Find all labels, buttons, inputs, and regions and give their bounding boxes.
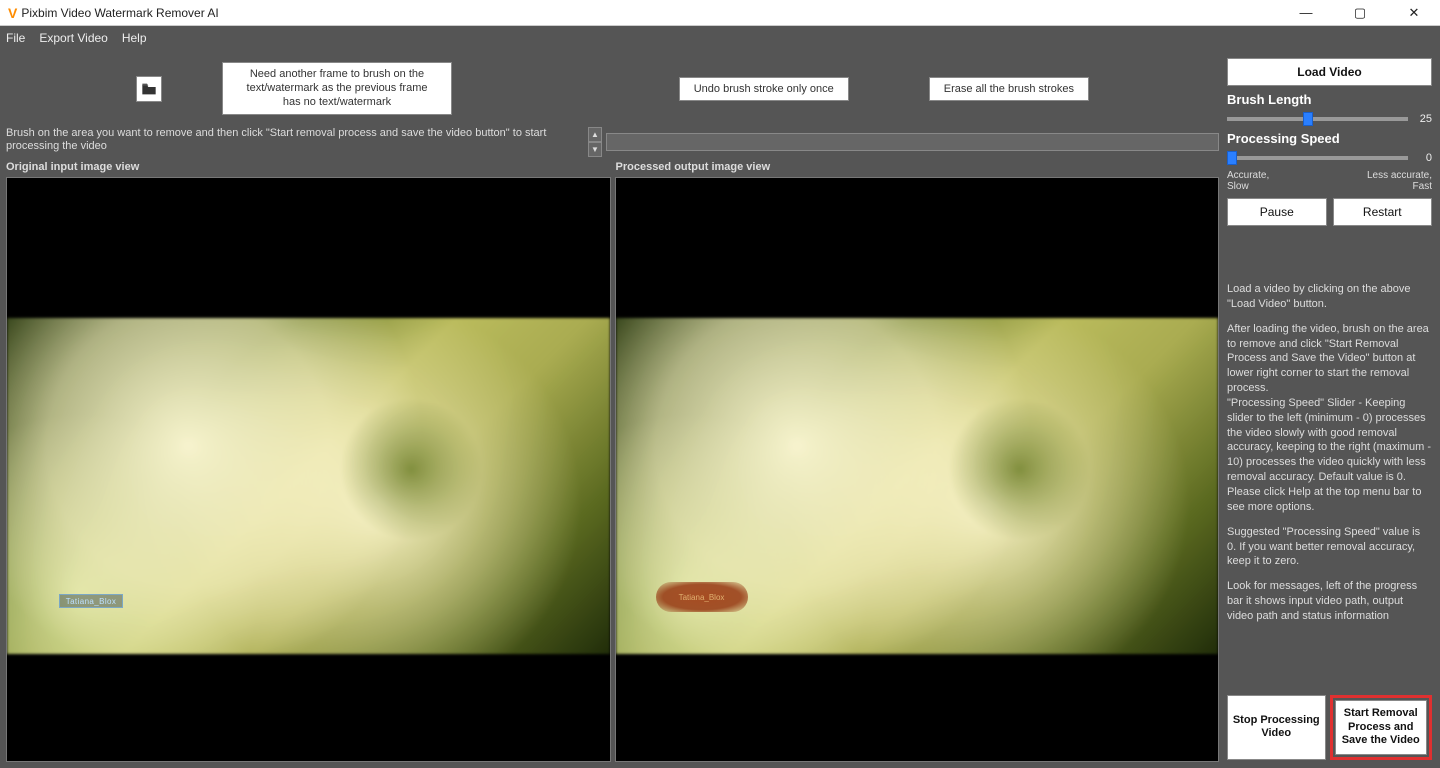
need-another-frame-button[interactable]: Need another frame to brush on the text/…	[222, 62, 452, 115]
toolbar: Need another frame to brush on the text/…	[6, 56, 1219, 125]
processing-speed-slider[interactable]	[1227, 156, 1408, 160]
folder-icon	[141, 82, 157, 96]
brush-length-slider[interactable]	[1227, 117, 1408, 121]
menubar: File Export Video Help	[0, 26, 1440, 50]
progress-bar	[606, 133, 1219, 151]
less-accurate-label: Less accurate,	[1367, 170, 1432, 181]
load-video-button[interactable]: Load Video	[1227, 58, 1432, 86]
open-folder-button[interactable]	[136, 76, 162, 102]
accurate-label: Accurate,	[1227, 170, 1269, 181]
processing-speed-label: Processing Speed	[1227, 131, 1432, 146]
erase-all-button[interactable]: Erase all the brush strokes	[929, 77, 1089, 101]
spinner-down-icon[interactable]: ▼	[588, 142, 602, 157]
maximize-icon[interactable]: ▢	[1342, 5, 1378, 21]
watermark-original: Tatiana_Blox	[59, 594, 123, 608]
processing-speed-thumb[interactable]	[1227, 151, 1237, 165]
fast-label: Fast	[1367, 181, 1432, 192]
menu-file[interactable]: File	[6, 31, 25, 45]
menu-help[interactable]: Help	[122, 31, 147, 45]
window-controls: — ▢ ✕	[1288, 5, 1432, 21]
brush-length-value: 25	[1414, 113, 1432, 125]
brush-length-label: Brush Length	[1227, 92, 1432, 107]
watermark-brushed: Tatiana_Blox	[656, 582, 748, 612]
titlebar: V Pixbim Video Watermark Remover AI — ▢ …	[0, 0, 1440, 26]
brush-length-thumb[interactable]	[1303, 112, 1313, 126]
restart-button[interactable]: Restart	[1333, 198, 1433, 226]
spinner-up-icon[interactable]: ▲	[588, 127, 602, 142]
start-removal-button[interactable]: Start Removal Process and Save the Video	[1335, 700, 1428, 755]
original-image-view[interactable]: Tatiana_Blox	[6, 177, 611, 762]
processed-view-label: Processed output image view	[616, 159, 1220, 175]
processed-image-view: Tatiana_Blox	[615, 177, 1220, 762]
close-icon[interactable]: ✕	[1396, 5, 1432, 21]
original-view-label: Original input image view	[6, 159, 610, 175]
undo-brush-button[interactable]: Undo brush stroke only once	[679, 77, 849, 101]
window-title: Pixbim Video Watermark Remover AI	[21, 6, 218, 20]
pause-button[interactable]: Pause	[1227, 198, 1327, 226]
processing-speed-value: 0	[1414, 152, 1432, 164]
minimize-icon[interactable]: —	[1288, 5, 1324, 21]
stop-processing-button[interactable]: Stop Processing Video	[1227, 695, 1326, 760]
status-message: Brush on the area you want to remove and…	[6, 127, 584, 157]
app-logo-icon: V	[8, 5, 17, 21]
sidebar: Load Video Brush Length 25 Processing Sp…	[1225, 50, 1440, 768]
menu-export-video[interactable]: Export Video	[39, 31, 108, 45]
slow-label: Slow	[1227, 181, 1269, 192]
start-button-highlight: Start Removal Process and Save the Video	[1330, 695, 1433, 760]
message-spinner: ▲ ▼	[588, 127, 602, 157]
instructions-text: Load a video by clicking on the above "L…	[1227, 282, 1432, 634]
